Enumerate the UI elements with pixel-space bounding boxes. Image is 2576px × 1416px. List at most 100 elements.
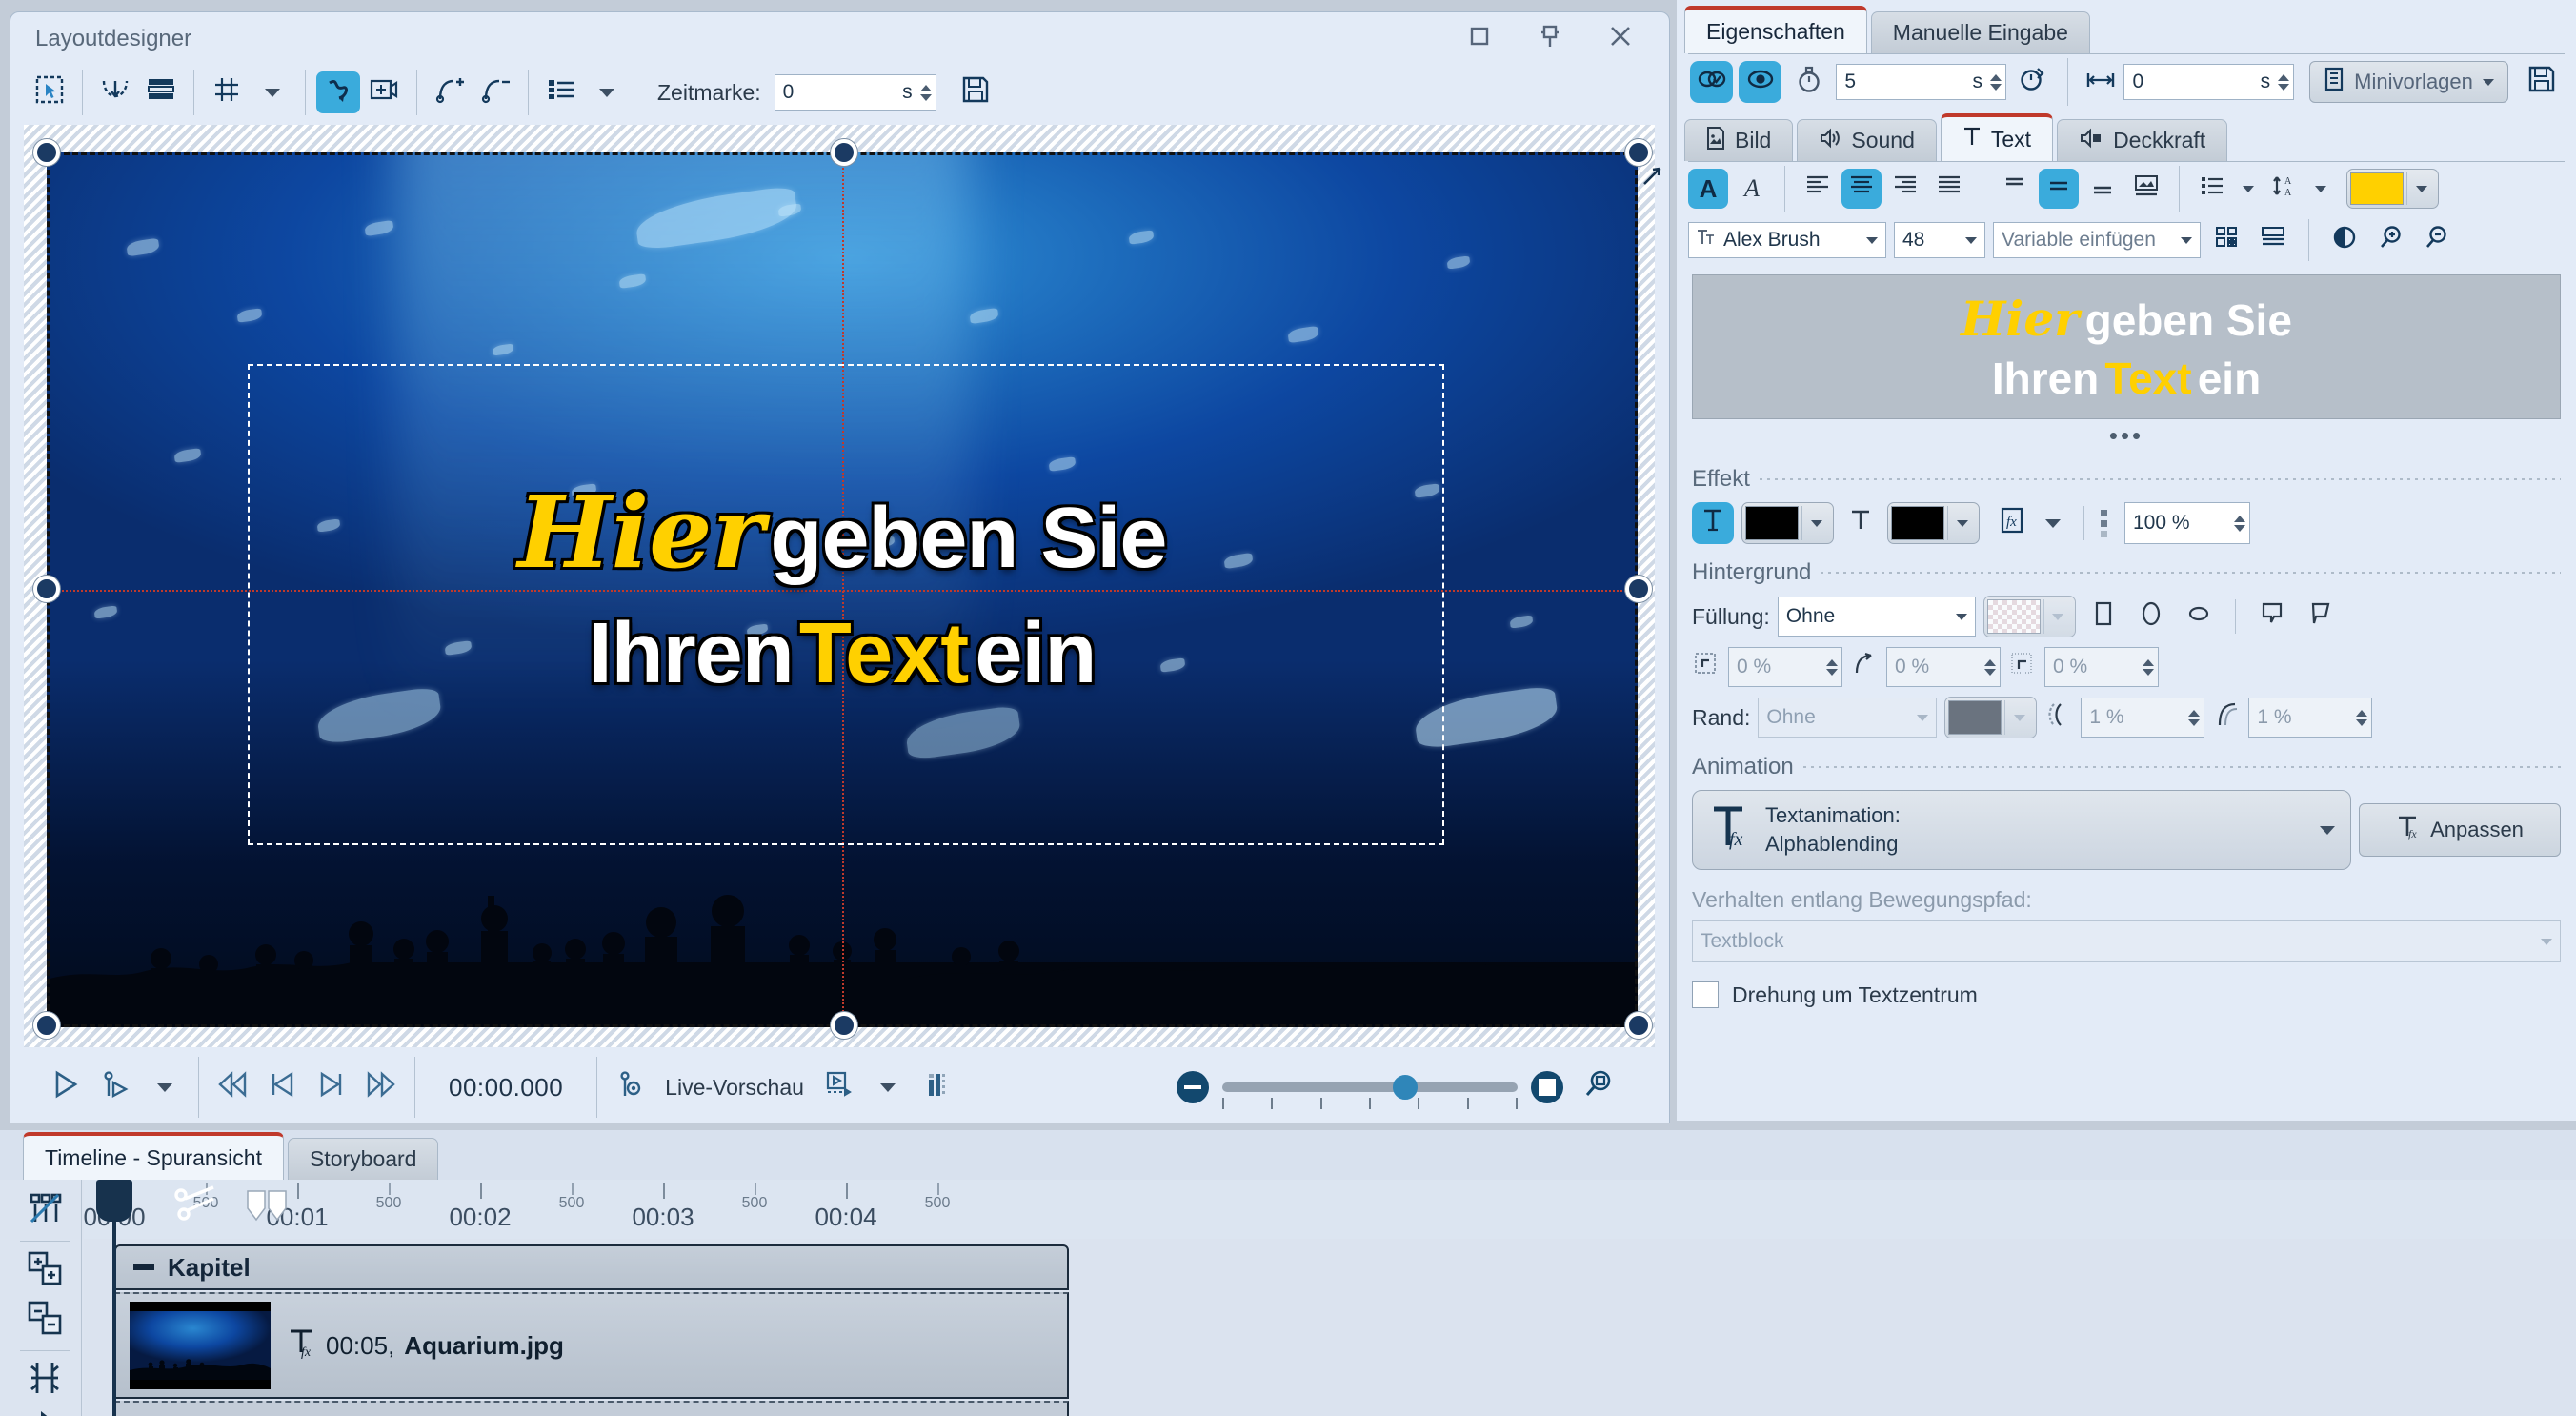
dynamic-time-button[interactable] [2012,61,2053,103]
tab-storyboard[interactable]: Storyboard [288,1138,439,1180]
handle-top-left[interactable] [33,139,60,166]
text-outline-button[interactable] [1692,502,1734,544]
handle-middle-left[interactable] [33,576,60,602]
fill-select[interactable]: Ohne [1778,597,1976,637]
border-radius-input[interactable]: 1 % [2248,698,2372,738]
border-select[interactable]: Ohne [1758,698,1937,738]
play-dropdown-button[interactable] [140,1062,190,1112]
text-shadow-button[interactable] [1841,502,1880,544]
border-width-input[interactable]: 1 % [2081,698,2204,738]
effect-opacity-input[interactable]: 100 % [2124,502,2250,544]
padding-stepper-2[interactable] [1982,659,1996,676]
rotate-checkbox-row[interactable]: Drehung um Textzentrum [1692,981,2561,1008]
timemark-input[interactable]: 0 s [775,74,936,111]
speech-bubble-button[interactable] [2252,597,2292,637]
panel-save-button[interactable] [2522,61,2563,103]
motion-path-select[interactable]: Textblock [1692,920,2561,962]
chapter-track[interactable]: Kapitel [114,1244,1069,1290]
track-toggle-button[interactable] [17,1189,72,1233]
ellipse-shape-button[interactable] [2131,597,2171,637]
duration-input[interactable]: 5 s [1836,64,2006,100]
zoom-slider[interactable] [1222,1082,1518,1092]
bullet-list-button[interactable] [2192,169,2232,209]
handle-bottom-center[interactable] [831,1012,857,1039]
remove-keyframe-button[interactable] [473,71,517,113]
bullet-dropdown-button[interactable] [2236,169,2261,209]
zoom-out-button[interactable] [1177,1071,1209,1103]
close-button[interactable] [1585,13,1656,65]
subtab-sound[interactable]: Sound [1797,119,1937,161]
valign-middle-button[interactable] [2039,169,2079,209]
remove-track-button[interactable] [17,1299,72,1343]
zoom-slider-knob[interactable] [1393,1075,1418,1100]
handle-bottom-right[interactable] [1625,1012,1652,1039]
fit-tracks-button[interactable] [17,1359,72,1403]
offset-input[interactable]: 0 s [2123,64,2294,100]
layers-button[interactable] [139,71,183,113]
marker-button[interactable] [606,1062,655,1112]
timeline-tracks-area[interactable]: 00:00 500 00:01 500 00:02 500 00:03 500 … [84,1180,2576,1416]
align-left-button[interactable] [1798,169,1838,209]
handle-middle-right[interactable] [1625,576,1652,602]
zoom-in-button[interactable] [1531,1071,1563,1103]
effect-opacity-stepper[interactable] [2232,516,2245,532]
visibility-toggle-button[interactable] [1739,61,1781,103]
outline-color-dropdown[interactable] [1801,506,1830,540]
font-size-select[interactable]: 48 [1894,222,1985,258]
audio-levels-button[interactable] [913,1062,962,1112]
border-color-button[interactable] [1944,697,2037,738]
text-color-dropdown[interactable] [2406,172,2435,205]
text-color-button[interactable] [2346,169,2439,209]
border-color-dropdown[interactable] [2004,700,2033,735]
circle-shape-button[interactable] [2179,597,2219,637]
motion-path-button[interactable] [93,71,137,113]
line-spacing-button[interactable]: AA [2264,169,2304,209]
fill-color-button[interactable] [1983,596,2076,637]
subtab-bild[interactable]: Bild [1684,119,1793,161]
play-from-marker-button[interactable] [91,1062,140,1112]
timeline-playhead[interactable] [112,1180,116,1416]
font-family-select[interactable]: Alex Brush [1688,222,1886,258]
padding-input-2[interactable]: 0 % [1886,647,2001,687]
contrast-button[interactable] [2325,221,2364,259]
rect-shape-button[interactable] [2083,597,2123,637]
skip-end-button[interactable] [356,1062,406,1112]
padding-input-1[interactable]: 0 % [1728,647,1842,687]
list-button[interactable] [539,71,583,113]
text-animation-select[interactable]: fx Textanimation: Alphablending [1692,790,2351,870]
subtab-deckkraft[interactable]: Deckkraft [2057,119,2227,161]
timeline-empty-track[interactable] [114,1401,1069,1416]
handle-bottom-left[interactable] [33,1012,60,1039]
select-object-button[interactable] [28,71,71,113]
skip-start-button[interactable] [208,1062,257,1112]
handle-top-right[interactable] [1625,139,1652,166]
align-right-button[interactable] [1885,169,1925,209]
pin-button[interactable] [1515,13,1585,65]
timeline-clip[interactable]: fx 00:05, Aquarium.jpg [114,1292,1069,1399]
font-zoom-out-button[interactable] [2417,221,2455,259]
border-radius-stepper[interactable] [2354,710,2367,726]
text-image-button[interactable] [2126,169,2166,209]
rotate-handle-icon[interactable] [1640,165,1665,195]
trim-marker-button[interactable] [244,1189,292,1231]
play-button[interactable] [41,1062,91,1112]
valign-bottom-button[interactable] [2083,169,2123,209]
align-justify-button[interactable] [1929,169,1969,209]
offset-stepper[interactable] [2276,74,2289,91]
grid-dropdown-button[interactable] [251,71,294,113]
border-width-stepper[interactable] [2186,710,2200,726]
tab-manuelle-eingabe[interactable]: Manuelle Eingabe [1871,11,2090,53]
spacing-dropdown-button[interactable] [2308,169,2333,209]
insert-variable-select[interactable]: Variable einfügen [1993,222,2201,258]
align-rows-button[interactable] [2254,221,2292,259]
maximize-button[interactable] [1444,13,1515,65]
rotate-checkbox[interactable] [1692,981,1719,1008]
valign-top-button[interactable] [1995,169,2035,209]
camera-frame-button[interactable] [362,71,406,113]
timeline-ruler[interactable]: 00:00 500 00:01 500 00:02 500 00:03 500 … [84,1180,2576,1239]
playhead-handle[interactable] [96,1180,132,1222]
subtab-text[interactable]: Text [1941,113,2053,161]
zoom-fit-button[interactable] [1577,1066,1619,1108]
duration-stepper[interactable] [1988,74,2002,91]
preview-target-button[interactable] [814,1062,863,1112]
